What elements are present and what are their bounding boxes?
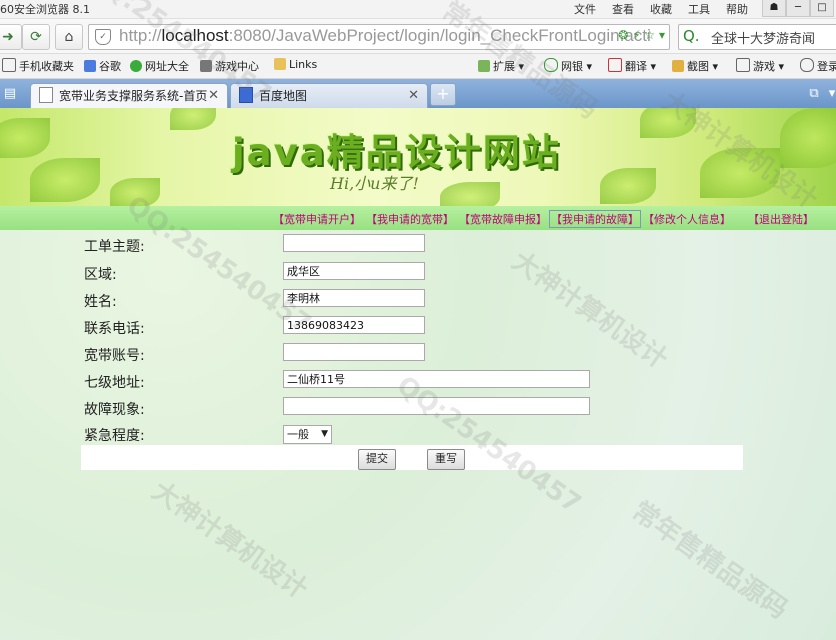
nav-edit-profile[interactable]: 【修改个人信息】 [643, 211, 731, 227]
toolbar-translate[interactable]: 翻译 ▾ [608, 58, 656, 74]
close-icon[interactable]: ✕ [408, 84, 419, 108]
search-box[interactable]: Q. 全球十大梦游奇闻 [678, 24, 836, 50]
restore-tabs-icon[interactable]: ⧉ [804, 84, 824, 104]
symptom-label: 故障现象: [84, 402, 145, 418]
bookmark-mobile[interactable]: 手机收藏夹 [2, 58, 74, 74]
address-url[interactable]: http://localhost:8080/JavaWebProject/log… [119, 26, 651, 46]
reset-button[interactable]: 重写 [427, 449, 465, 470]
translate-icon [608, 58, 622, 72]
tab-baidu-map[interactable]: 百度地图 ✕ [230, 83, 428, 109]
forward-icon[interactable]: ➜ [0, 24, 22, 50]
menu-file[interactable]: 文件 [574, 1, 596, 17]
area-label: 区域: [84, 267, 117, 283]
account-label: 宽带账号: [84, 348, 145, 364]
minimize-icon[interactable]: ─ [786, 0, 810, 17]
bookmark-games[interactable]: 游戏中心 [200, 58, 259, 74]
subject-input[interactable] [283, 234, 425, 252]
urgency-select[interactable]: 一般 ▼ [283, 425, 332, 444]
browser-nav-bar: ➜ ⟳ ⌂ ✓ http://localhost:8080/JavaWebPro… [0, 19, 836, 54]
leaf-decoration [700, 148, 780, 198]
address-bar[interactable]: ✓ http://localhost:8080/JavaWebProject/l… [88, 24, 670, 50]
name-label: 姓名: [84, 294, 117, 310]
bookmark-google[interactable]: 谷歌 [84, 58, 121, 74]
tab-home[interactable]: 宽带业务支撑服务系统-首页 ✕ [30, 83, 228, 109]
area-input[interactable]: 成华区 [283, 262, 425, 280]
maximize-icon[interactable]: □ [810, 0, 834, 17]
user-icon [800, 58, 814, 72]
leaf-decoration [30, 158, 100, 202]
phone-input[interactable]: 13869083423 [283, 316, 425, 334]
bookmark-links[interactable]: Links [274, 58, 317, 71]
refresh-icon[interactable]: ⟳ [22, 24, 50, 50]
site-subtitle: Hi,小u来了! [330, 174, 419, 193]
site-banner: java精品设计网站 Hi,小u来了! [0, 108, 836, 206]
leaf-decoration [0, 118, 50, 158]
name-input[interactable]: 李明林 [283, 289, 425, 307]
game-icon [736, 58, 750, 72]
nav-report-fault[interactable]: 【宽带故障申报】 [459, 211, 547, 227]
screenshot-icon [672, 60, 684, 72]
toolbar-bank[interactable]: 网银 ▾ [544, 58, 592, 74]
site-nav: 【宽带申请开户】 【我申请的宽带】 【宽带故障申报】 【我申请的故障】 【修改个… [0, 206, 836, 230]
nav-logout[interactable]: 【退出登陆】 [748, 211, 814, 227]
submit-button[interactable]: 提交 [358, 449, 396, 470]
menu-view[interactable]: 查看 [612, 1, 634, 17]
toolbar-games[interactable]: 游戏 ▾ [736, 58, 784, 74]
new-tab-button[interactable]: + [430, 83, 456, 106]
sidebar-icon[interactable]: ▤ [0, 84, 20, 104]
form-button-row: 提交 重写 [81, 445, 743, 470]
toolbar-screenshot[interactable]: 截图 ▾ [672, 58, 718, 74]
menu-favorites[interactable]: 收藏 [650, 1, 672, 17]
leaf-decoration [110, 178, 160, 206]
folder-icon [274, 58, 286, 70]
globe-icon [130, 60, 142, 72]
home-icon[interactable]: ⌂ [55, 24, 83, 50]
page-icon [39, 87, 53, 103]
gamepad-icon [200, 60, 212, 72]
toolbar-login[interactable]: 登录 [800, 58, 836, 74]
page-content: java精品设计网站 Hi,小u来了! 【宽带申请开户】 【我申请的宽带】 【宽… [0, 108, 836, 640]
leaf-decoration [640, 108, 696, 138]
skin-icon[interactable]: ☗ [762, 0, 786, 17]
leaf-decoration [600, 168, 656, 204]
shield-icon: ✓ [95, 29, 111, 45]
mobile-icon [2, 58, 16, 72]
search-engine-icon[interactable]: Q. [683, 27, 700, 45]
subject-label: 工单主题: [84, 239, 145, 255]
browser-app-name: 60安全浏览器 8.1 [0, 3, 90, 16]
account-input[interactable] [283, 343, 425, 361]
leaf-decoration [170, 108, 216, 130]
chevron-down-icon: ▼ [321, 429, 328, 439]
search-input[interactable]: 全球十大梦游奇闻 [711, 28, 815, 47]
menu-help[interactable]: 帮助 [726, 1, 748, 17]
nav-apply-broadband[interactable]: 【宽带申请开户】 [273, 211, 361, 227]
phone-label: 联系电话: [84, 321, 145, 337]
browser-title-bar: 60安全浏览器 8.1 文件 查看 收藏 工具 帮助 ☗ ─ □ [0, 0, 836, 19]
leaf-decoration [440, 182, 500, 206]
address-input[interactable]: 二仙桥11号 [283, 370, 590, 388]
tab-menu-icon[interactable]: ▾ [822, 84, 836, 104]
bookmarks-bar: 手机收藏夹 谷歌 网址大全 游戏中心 Links 扩展 ▾ 网银 ▾ 翻译 ▾ … [0, 54, 836, 79]
nav-my-broadband[interactable]: 【我申请的宽带】 [366, 211, 454, 227]
baidu-paw-icon [239, 87, 253, 103]
menu-tools[interactable]: 工具 [688, 1, 710, 17]
close-icon[interactable]: ✕ [208, 84, 219, 108]
bank-icon [544, 58, 558, 72]
site-title: java精品设计网站 [232, 131, 561, 174]
address-label: 七级地址: [84, 375, 145, 391]
urgency-label: 紧急程度: [84, 428, 145, 444]
bookmark-hao[interactable]: 网址大全 [130, 58, 189, 74]
extensions-icon [478, 60, 490, 72]
nav-my-faults[interactable]: 【我申请的故障】 [549, 210, 641, 228]
toolbar-extensions[interactable]: 扩展 ▾ [478, 58, 524, 74]
address-tools-icon[interactable]: ❂ ⚡ ☆ ▾ [618, 28, 665, 42]
google-icon [84, 60, 96, 72]
symptom-input[interactable] [283, 397, 590, 415]
leaf-decoration [780, 108, 836, 168]
